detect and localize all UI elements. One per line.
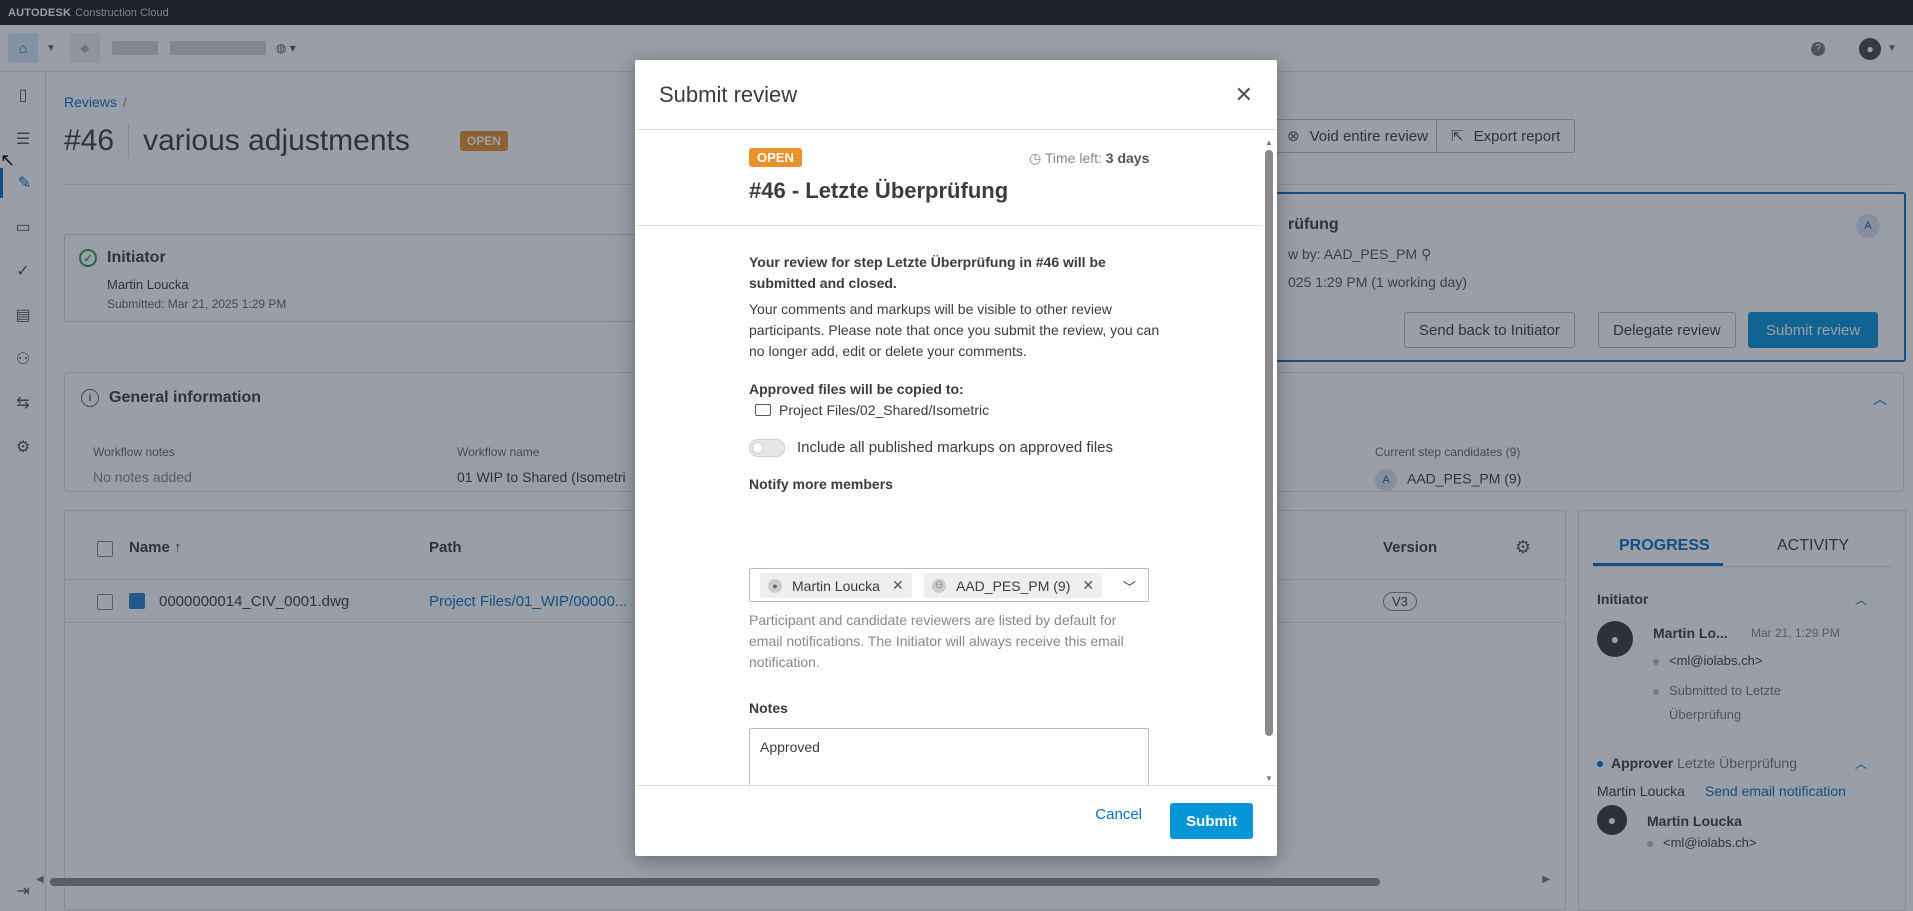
time-left-label: Time left: [1044, 150, 1102, 166]
notify-help-text: Participant and candidate reviewers are … [749, 612, 1124, 670]
close-icon[interactable]: ✕ [1235, 82, 1253, 108]
cancel-button[interactable]: Cancel [1095, 806, 1142, 823]
scroll-down-icon[interactable]: ▼ [1265, 774, 1273, 783]
member-chip-label: Martin Loucka [792, 577, 880, 594]
remove-chip-icon[interactable]: ✕ [1082, 577, 1094, 594]
copied-to-path-text: Project Files/02_Shared/Isometric [779, 402, 990, 418]
step-title: #46 - Letzte Überprüfung [749, 178, 1009, 203]
person-icon: ● [768, 578, 782, 593]
scroll-up-icon[interactable]: ▲ [1265, 138, 1273, 147]
dialog-title: Submit review [659, 82, 798, 107]
member-chip: ⚇ AAD_PES_PM (9) ✕ [924, 573, 1103, 598]
include-markups-toggle[interactable] [749, 439, 785, 457]
include-markups-label: Include all published markups on approve… [797, 439, 1114, 456]
copied-to-path: Project Files/02_Shared/Isometric [755, 402, 989, 418]
submit-button[interactable]: Submit [1170, 803, 1253, 839]
dialog-header: Submit review ✕ [635, 60, 1277, 130]
dialog-footer: Cancel Submit [635, 785, 1277, 856]
copied-to-label: Approved files will be copied to: [749, 381, 964, 397]
member-chip-label: AAD_PES_PM (9) [956, 577, 1071, 594]
notify-members-select[interactable]: ● Martin Loucka ✕ ⚇ AAD_PES_PM (9) ✕ ﹀ [749, 568, 1149, 602]
folder-icon [755, 404, 771, 416]
toggle-knob [752, 442, 764, 454]
time-left-value: 3 days [1105, 150, 1150, 166]
submit-review-dialog: Submit review ✕ OPEN ◷ Time left: 3 days… [635, 60, 1277, 856]
status-badge: OPEN [749, 148, 802, 167]
dialog-scrollbar[interactable]: ▲ ▼ [1265, 138, 1273, 783]
remove-chip-icon[interactable]: ✕ [892, 577, 904, 594]
time-left: ◷ Time left: 3 days [1029, 150, 1149, 167]
notify-members-label: Notify more members [749, 476, 893, 492]
chevron-down-icon[interactable]: ﹀ [1123, 577, 1136, 596]
visibility-notice-text: Your comments and markups will be visibl… [749, 301, 1160, 359]
body-divider [635, 225, 1262, 226]
group-icon: ⚇ [932, 578, 946, 593]
notes-label: Notes [749, 700, 788, 716]
submit-intro-text: Your review for step Letzte Überprüfung … [749, 254, 1106, 291]
notes-textarea[interactable]: Approved [749, 728, 1149, 785]
member-chip: ● Martin Loucka ✕ [760, 573, 912, 598]
scrollbar-thumb[interactable] [1265, 150, 1273, 736]
clock-icon: ◷ [1029, 150, 1042, 166]
dialog-body: OPEN ◷ Time left: 3 days #46 - Letzte Üb… [635, 130, 1277, 785]
